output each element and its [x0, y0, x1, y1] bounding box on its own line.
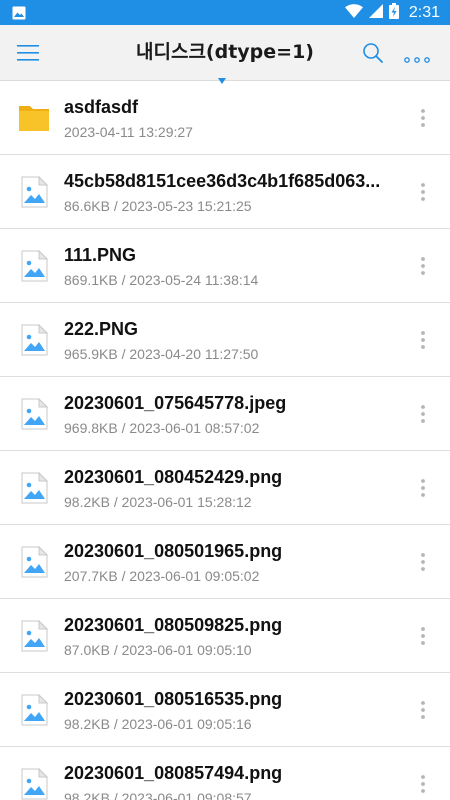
more-vert-icon[interactable] — [416, 699, 430, 721]
more-vert-icon[interactable] — [416, 625, 430, 647]
image-file-icon — [18, 545, 50, 578]
file-row[interactable]: 20230601_080857494.png 98.2KB / 2023-06-0… — [0, 747, 450, 800]
file-meta: 869.1KB / 2023-05-24 11:38:14 — [64, 272, 259, 288]
file-row[interactable]: 111.PNG 869.1KB / 2023-05-24 11:38:14 — [0, 229, 450, 303]
file-meta: 98.2KB / 2023-06-01 15:28:12 — [64, 494, 252, 510]
file-name: 20230601_080516535.png — [64, 689, 283, 709]
more-options-icon[interactable] — [404, 49, 430, 68]
folder-icon — [18, 102, 50, 134]
file-row[interactable]: 20230601_080452429.png 98.2KB / 2023-06-0… — [0, 451, 450, 525]
more-vert-icon[interactable] — [416, 255, 430, 277]
file-row[interactable]: 45cb58d8151cee36d3c4b1f685d063... 86.6KB … — [0, 155, 450, 229]
search-icon[interactable] — [362, 42, 384, 68]
file-meta: 98.2KB / 2023-06-01 09:05:16 — [64, 716, 252, 732]
file-meta: 98.2KB / 2023-06-01 09:08:57 — [64, 790, 252, 800]
more-vert-icon[interactable] — [416, 477, 430, 499]
file-meta: 969.8KB / 2023-06-01 08:57:02 — [64, 420, 260, 436]
cellular-signal-icon — [368, 3, 383, 22]
image-file-icon — [18, 767, 50, 800]
image-file-icon — [18, 397, 50, 430]
wifi-icon — [344, 3, 363, 22]
file-row[interactable]: 20230601_080516535.png 98.2KB / 2023-06-0… — [0, 673, 450, 747]
file-meta: 2023-04-11 13:29:27 — [64, 124, 193, 140]
image-file-icon — [18, 323, 50, 356]
file-name: asdfasdf — [64, 97, 139, 117]
file-meta: 207.7KB / 2023-06-01 09:05:02 — [64, 568, 260, 584]
hamburger-menu-icon[interactable] — [16, 42, 40, 64]
file-name: 20230601_075645778.jpeg — [64, 393, 287, 413]
more-vert-icon[interactable] — [416, 403, 430, 425]
image-file-icon — [18, 175, 50, 208]
file-name: 20230601_080509825.png — [64, 615, 283, 635]
file-list: asdfasdf 2023-04-11 13:29:27 45cb58d8151ce… — [0, 81, 450, 800]
file-row[interactable]: 20230601_075645778.jpeg 969.8KB / 2023-06… — [0, 377, 450, 451]
file-name: 111.PNG — [64, 245, 137, 265]
more-vert-icon[interactable] — [416, 107, 430, 129]
more-vert-icon[interactable] — [416, 181, 430, 203]
file-meta: 87.0KB / 2023-06-01 09:05:10 — [64, 642, 252, 658]
status-time: 2:31 — [408, 3, 440, 21]
file-name: 20230601_080857494.png — [64, 763, 283, 783]
file-meta: 965.9KB / 2023-04-20 11:27:50 — [64, 346, 259, 362]
more-vert-icon[interactable] — [416, 773, 430, 795]
image-file-icon — [18, 471, 50, 504]
status-bar: 2:31 — [0, 0, 450, 25]
image-file-icon — [18, 249, 50, 282]
file-row[interactable]: 20230601_080509825.png 87.0KB / 2023-06-0… — [0, 599, 450, 673]
drive-selector[interactable]: 내디스크(dtype=1) — [90, 25, 360, 84]
folder-row[interactable]: asdfasdf 2023-04-11 13:29:27 — [0, 81, 450, 155]
page-title: 내디스크(dtype=1) — [136, 41, 314, 63]
battery-charging-icon — [388, 2, 399, 23]
file-name: 20230601_080452429.png — [64, 467, 283, 487]
file-row[interactable]: 222.PNG 965.9KB / 2023-04-20 11:27:50 — [0, 303, 450, 377]
file-name: 222.PNG — [64, 319, 139, 339]
image-file-icon — [18, 619, 50, 652]
file-name: 45cb58d8151cee36d3c4b1f685d063... — [64, 171, 381, 191]
gallery-notification-icon — [12, 5, 26, 24]
app-bar: 내디스크(dtype=1) — [0, 25, 450, 84]
image-file-icon — [18, 693, 50, 726]
more-vert-icon[interactable] — [416, 329, 430, 351]
more-vert-icon[interactable] — [416, 551, 430, 573]
file-name: 20230601_080501965.png — [64, 541, 283, 561]
file-row[interactable]: 20230601_080501965.png 207.7KB / 2023-06-… — [0, 525, 450, 599]
file-meta: 86.6KB / 2023-05-23 15:21:25 — [64, 198, 252, 214]
